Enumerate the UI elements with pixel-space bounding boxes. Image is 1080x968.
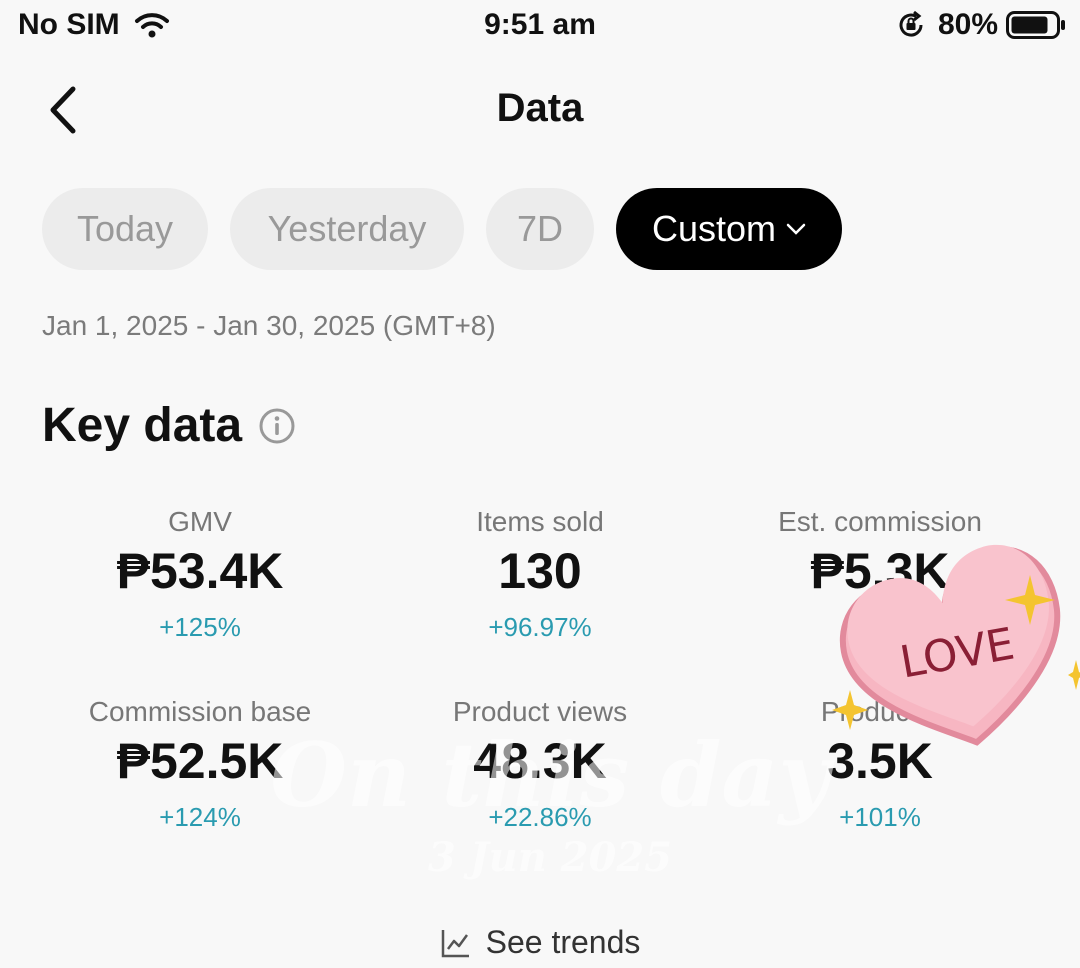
metric-value: 3.5K (827, 733, 933, 789)
metric-change: + (872, 612, 888, 642)
page-title: Data (496, 86, 584, 130)
metric-label: GMV (168, 506, 232, 537)
metric-commission-base[interactable]: Commission base ₱52.5K +124% (30, 690, 370, 880)
metric-value: ₱52.5K (116, 733, 284, 789)
chevron-down-icon (786, 223, 806, 235)
metric-change: +22.86% (488, 802, 592, 832)
metric-value: ₱53.4K (116, 543, 284, 599)
metric-label: Commission base (88, 696, 312, 727)
metric-label: Est. commission (778, 506, 982, 537)
metric-label: Items sold (476, 506, 604, 537)
see-trends-label: See trends (485, 924, 641, 960)
tab-yesterday[interactable]: Yesterday (230, 188, 464, 270)
metric-product-clicks[interactable]: Product c 3.5K +101% (710, 690, 1050, 880)
info-icon[interactable] (258, 407, 296, 445)
metric-value: ₱5.3K (810, 543, 950, 599)
metric-value: 48.3K (473, 733, 607, 789)
metric-label: Product views (452, 696, 628, 727)
metric-items-sold[interactable]: Items sold 130 +96.97% (370, 500, 710, 690)
sparkle-icon (1068, 660, 1080, 690)
rotation-lock-icon (899, 10, 923, 37)
metric-label: Product c (820, 696, 940, 727)
battery-icon (1006, 11, 1065, 39)
metric-change: +124% (159, 802, 241, 832)
metric-est-commission[interactable]: Est. commission ₱5.3K + (710, 500, 1050, 690)
metric-gmv[interactable]: GMV ₱53.4K +125% (30, 500, 370, 690)
period-tabs: Today Yesterday 7D Custom (42, 188, 842, 270)
see-trends-link[interactable]: See trends (0, 924, 1080, 961)
metric-value: 130 (498, 543, 582, 599)
trend-chart-icon (441, 929, 469, 957)
metric-product-views[interactable]: Product views 48.3K +22.86% (370, 690, 710, 880)
key-data-heading: Key data (42, 398, 296, 453)
status-bar: No SIM 9:51 am 80% (0, 0, 1080, 56)
status-right: 80% (896, 8, 1066, 42)
metric-change: +96.97% (488, 612, 592, 642)
tab-custom-dropdown[interactable]: Custom (616, 188, 842, 270)
tab-custom-label: Custom (651, 208, 777, 249)
metric-change: +101% (839, 802, 921, 832)
tab-today[interactable]: Today (42, 188, 208, 270)
metric-change: +125% (159, 612, 241, 642)
date-range-text: Jan 1, 2025 - Jan 30, 2025 (GMT+8) (42, 310, 496, 341)
tab-7d[interactable]: 7D (486, 188, 594, 270)
key-data-title: Key data (42, 399, 243, 452)
metrics-grid: GMV ₱53.4K +125% Items sold 130 +96.97% … (30, 500, 1050, 880)
battery-percent: 80% (937, 8, 998, 41)
